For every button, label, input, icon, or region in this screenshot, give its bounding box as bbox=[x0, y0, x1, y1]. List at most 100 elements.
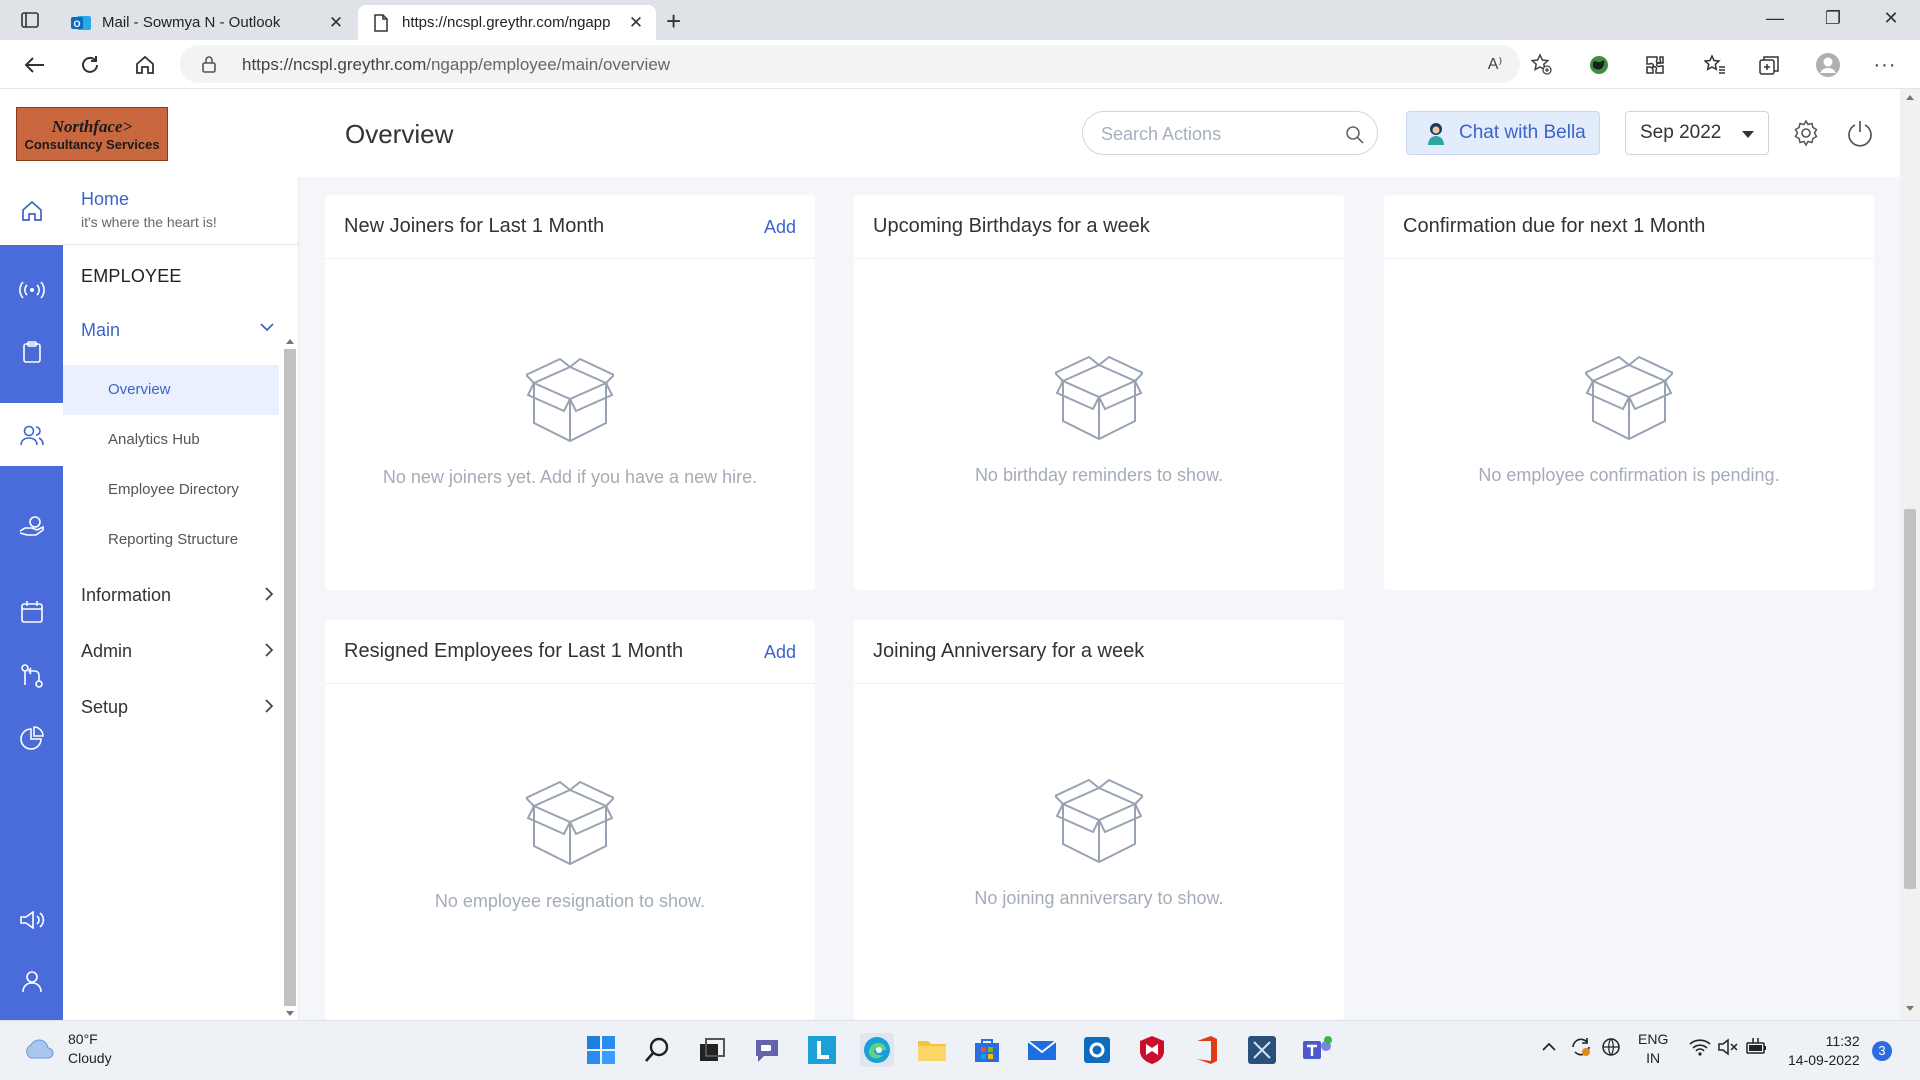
taskbar-store[interactable] bbox=[970, 1033, 1004, 1067]
taskbar-edge[interactable] bbox=[860, 1033, 894, 1067]
home-browser-icon[interactable] bbox=[130, 50, 160, 80]
broadcast-icon bbox=[18, 281, 45, 299]
rail-engage[interactable] bbox=[0, 265, 63, 315]
tray-sync[interactable] bbox=[1570, 1037, 1592, 1060]
teams-chat[interactable] bbox=[750, 1033, 784, 1067]
start-button[interactable] bbox=[584, 1033, 618, 1067]
snipping-tool-icon bbox=[1248, 1036, 1276, 1064]
notification-badge[interactable]: 3 bbox=[1872, 1041, 1892, 1061]
people-icon bbox=[19, 425, 44, 445]
tab-greythr[interactable]: https://ncspl.greythr.com/ngapp ✕ bbox=[358, 5, 656, 40]
chevron-right-icon bbox=[263, 698, 275, 719]
card-header: Confirmation due for next 1 Month bbox=[1384, 195, 1874, 259]
taskbar-app-l[interactable] bbox=[805, 1033, 839, 1067]
more-menu-icon[interactable]: ··· bbox=[1870, 50, 1900, 80]
chat-with-bella-button[interactable]: Chat with Bella bbox=[1406, 111, 1600, 155]
cloud-icon bbox=[26, 1039, 54, 1059]
page-scroll-thumb[interactable] bbox=[1904, 509, 1916, 889]
close-tab-icon[interactable]: ✕ bbox=[328, 13, 344, 33]
nav-home[interactable]: Home it's where the heart is! bbox=[81, 189, 217, 230]
rail-profile[interactable] bbox=[0, 956, 63, 1006]
tray-wifi[interactable] bbox=[1689, 1037, 1711, 1060]
search-actions-input[interactable] bbox=[1101, 122, 1331, 146]
nav-group-setup[interactable]: Setup bbox=[81, 697, 281, 718]
nav-item-reporting-structure[interactable]: Reporting Structure bbox=[63, 515, 279, 565]
windows-taskbar: 80°F Cloudy ENG IN 11:32 14-09-2022 3 bbox=[0, 1020, 1920, 1080]
taskbar-outlook[interactable] bbox=[1080, 1033, 1114, 1067]
nav-group-information[interactable]: Information bbox=[81, 585, 281, 606]
favorites-icon[interactable] bbox=[1700, 50, 1730, 80]
nav-scrollbar[interactable] bbox=[281, 335, 297, 1020]
new-tab-icon[interactable]: + bbox=[666, 6, 681, 37]
empty-box-icon bbox=[1583, 355, 1675, 445]
wifi-icon bbox=[1689, 1039, 1711, 1056]
add-favorite-icon[interactable] bbox=[1526, 49, 1556, 79]
add-resignation-link[interactable]: Add bbox=[764, 642, 796, 663]
taskbar-file-explorer[interactable] bbox=[915, 1033, 949, 1067]
search-icon[interactable] bbox=[1345, 125, 1365, 150]
language-indicator[interactable]: ENG IN bbox=[1638, 1030, 1668, 1068]
hand-coin-icon bbox=[19, 516, 44, 536]
nav-scroll-thumb[interactable] bbox=[284, 349, 296, 1006]
close-tab-icon[interactable]: ✕ bbox=[628, 13, 644, 33]
taskbar-teams[interactable] bbox=[1300, 1033, 1334, 1067]
empty-state-text: No employee confirmation is pending. bbox=[1478, 465, 1780, 485]
office-icon bbox=[1197, 1036, 1217, 1064]
profile-avatar-icon[interactable] bbox=[1813, 50, 1843, 80]
rail-home[interactable] bbox=[0, 177, 63, 245]
month-select[interactable]: Sep 2022 bbox=[1625, 111, 1769, 155]
extensions-icon[interactable] bbox=[1640, 50, 1670, 80]
empty-box-icon bbox=[1053, 778, 1145, 868]
nav-item-employee-directory[interactable]: Employee Directory bbox=[63, 465, 279, 515]
add-new-joiner-link[interactable]: Add bbox=[764, 217, 796, 238]
read-aloud-icon[interactable]: A⁾ bbox=[1480, 49, 1510, 79]
show-hidden-icons[interactable] bbox=[1541, 1039, 1557, 1055]
taskbar-office[interactable] bbox=[1190, 1033, 1224, 1067]
rail-employee[interactable] bbox=[0, 403, 63, 466]
card-resigned-employees: Resigned Employees for Last 1 Month Add … bbox=[325, 620, 815, 1020]
rail-reports[interactable] bbox=[0, 713, 63, 763]
address-bar[interactable]: https://ncspl.greythr.com/ngapp/employee… bbox=[180, 45, 1552, 83]
taskbar-clock[interactable]: 11:32 14-09-2022 bbox=[1788, 1032, 1860, 1070]
rail-payroll[interactable] bbox=[0, 502, 63, 552]
tray-network-globe[interactable] bbox=[1600, 1037, 1622, 1060]
lock-icon[interactable] bbox=[202, 55, 216, 78]
tab-actions-icon[interactable] bbox=[14, 8, 46, 32]
task-view[interactable] bbox=[695, 1033, 729, 1067]
minimize-icon[interactable]: — bbox=[1760, 8, 1790, 29]
nav-group-admin[interactable]: Admin bbox=[81, 641, 281, 662]
collections-icon[interactable] bbox=[1754, 50, 1784, 80]
rail-announcements[interactable] bbox=[0, 895, 63, 945]
rail-leave[interactable] bbox=[0, 587, 63, 637]
settings-gear-icon[interactable] bbox=[1790, 117, 1822, 149]
tab-outlook[interactable]: O Mail - Sowmya N - Outlook ✕ bbox=[58, 5, 356, 40]
taskbar-mail[interactable] bbox=[1025, 1033, 1059, 1067]
tray-volume[interactable] bbox=[1717, 1037, 1739, 1060]
scroll-up-arrow-icon bbox=[286, 339, 294, 344]
card-upcoming-birthdays: Upcoming Birthdays for a week No birthda… bbox=[854, 195, 1344, 590]
page-scrollbar[interactable] bbox=[1900, 89, 1920, 1020]
taskbar-mcafee[interactable] bbox=[1135, 1033, 1169, 1067]
mail-icon bbox=[1027, 1040, 1057, 1060]
extension-globe-icon[interactable] bbox=[1584, 50, 1614, 80]
taskbar-snipping[interactable] bbox=[1245, 1033, 1279, 1067]
taskbar-search[interactable] bbox=[640, 1033, 674, 1067]
search-actions-box[interactable] bbox=[1082, 111, 1378, 155]
logout-power-icon[interactable] bbox=[1844, 117, 1876, 149]
module-rail bbox=[0, 177, 63, 1020]
nav-item-analytics-hub[interactable]: Analytics Hub bbox=[63, 415, 279, 465]
nav-group-main[interactable]: Main bbox=[81, 320, 281, 341]
restore-icon[interactable]: ❐ bbox=[1818, 8, 1848, 29]
company-logo[interactable]: Northface> Consultancy Services bbox=[16, 107, 168, 161]
rail-documents[interactable] bbox=[0, 327, 63, 377]
back-icon[interactable] bbox=[20, 50, 50, 80]
search-icon bbox=[645, 1037, 669, 1062]
nav-home-subtitle: it's where the heart is! bbox=[81, 214, 217, 230]
close-window-icon[interactable]: ✕ bbox=[1876, 8, 1906, 29]
tray-battery[interactable] bbox=[1745, 1037, 1769, 1060]
store-icon bbox=[975, 1039, 999, 1062]
nav-item-overview[interactable]: Overview bbox=[63, 365, 279, 415]
weather-widget[interactable]: 80°F Cloudy bbox=[22, 1030, 112, 1068]
refresh-icon[interactable] bbox=[75, 50, 105, 80]
rail-workflow[interactable] bbox=[0, 651, 63, 701]
